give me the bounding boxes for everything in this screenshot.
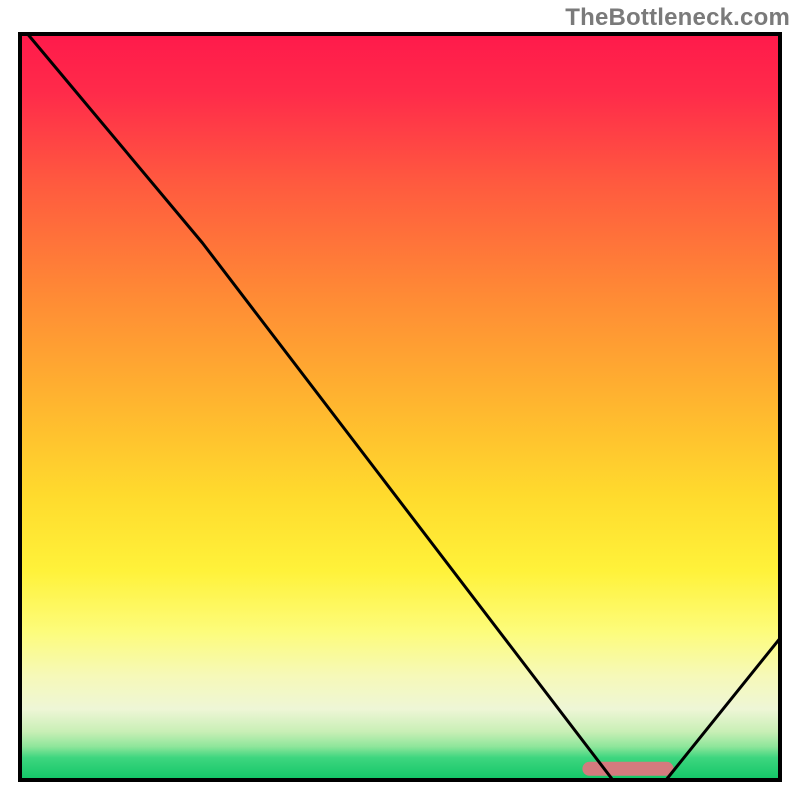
chart-container: TheBottleneck.com: [0, 0, 800, 800]
plot-background: [20, 34, 780, 780]
bottleneck-chart: [0, 0, 800, 800]
optimal-range-bar: [582, 762, 673, 776]
watermark-text: TheBottleneck.com: [565, 4, 790, 32]
